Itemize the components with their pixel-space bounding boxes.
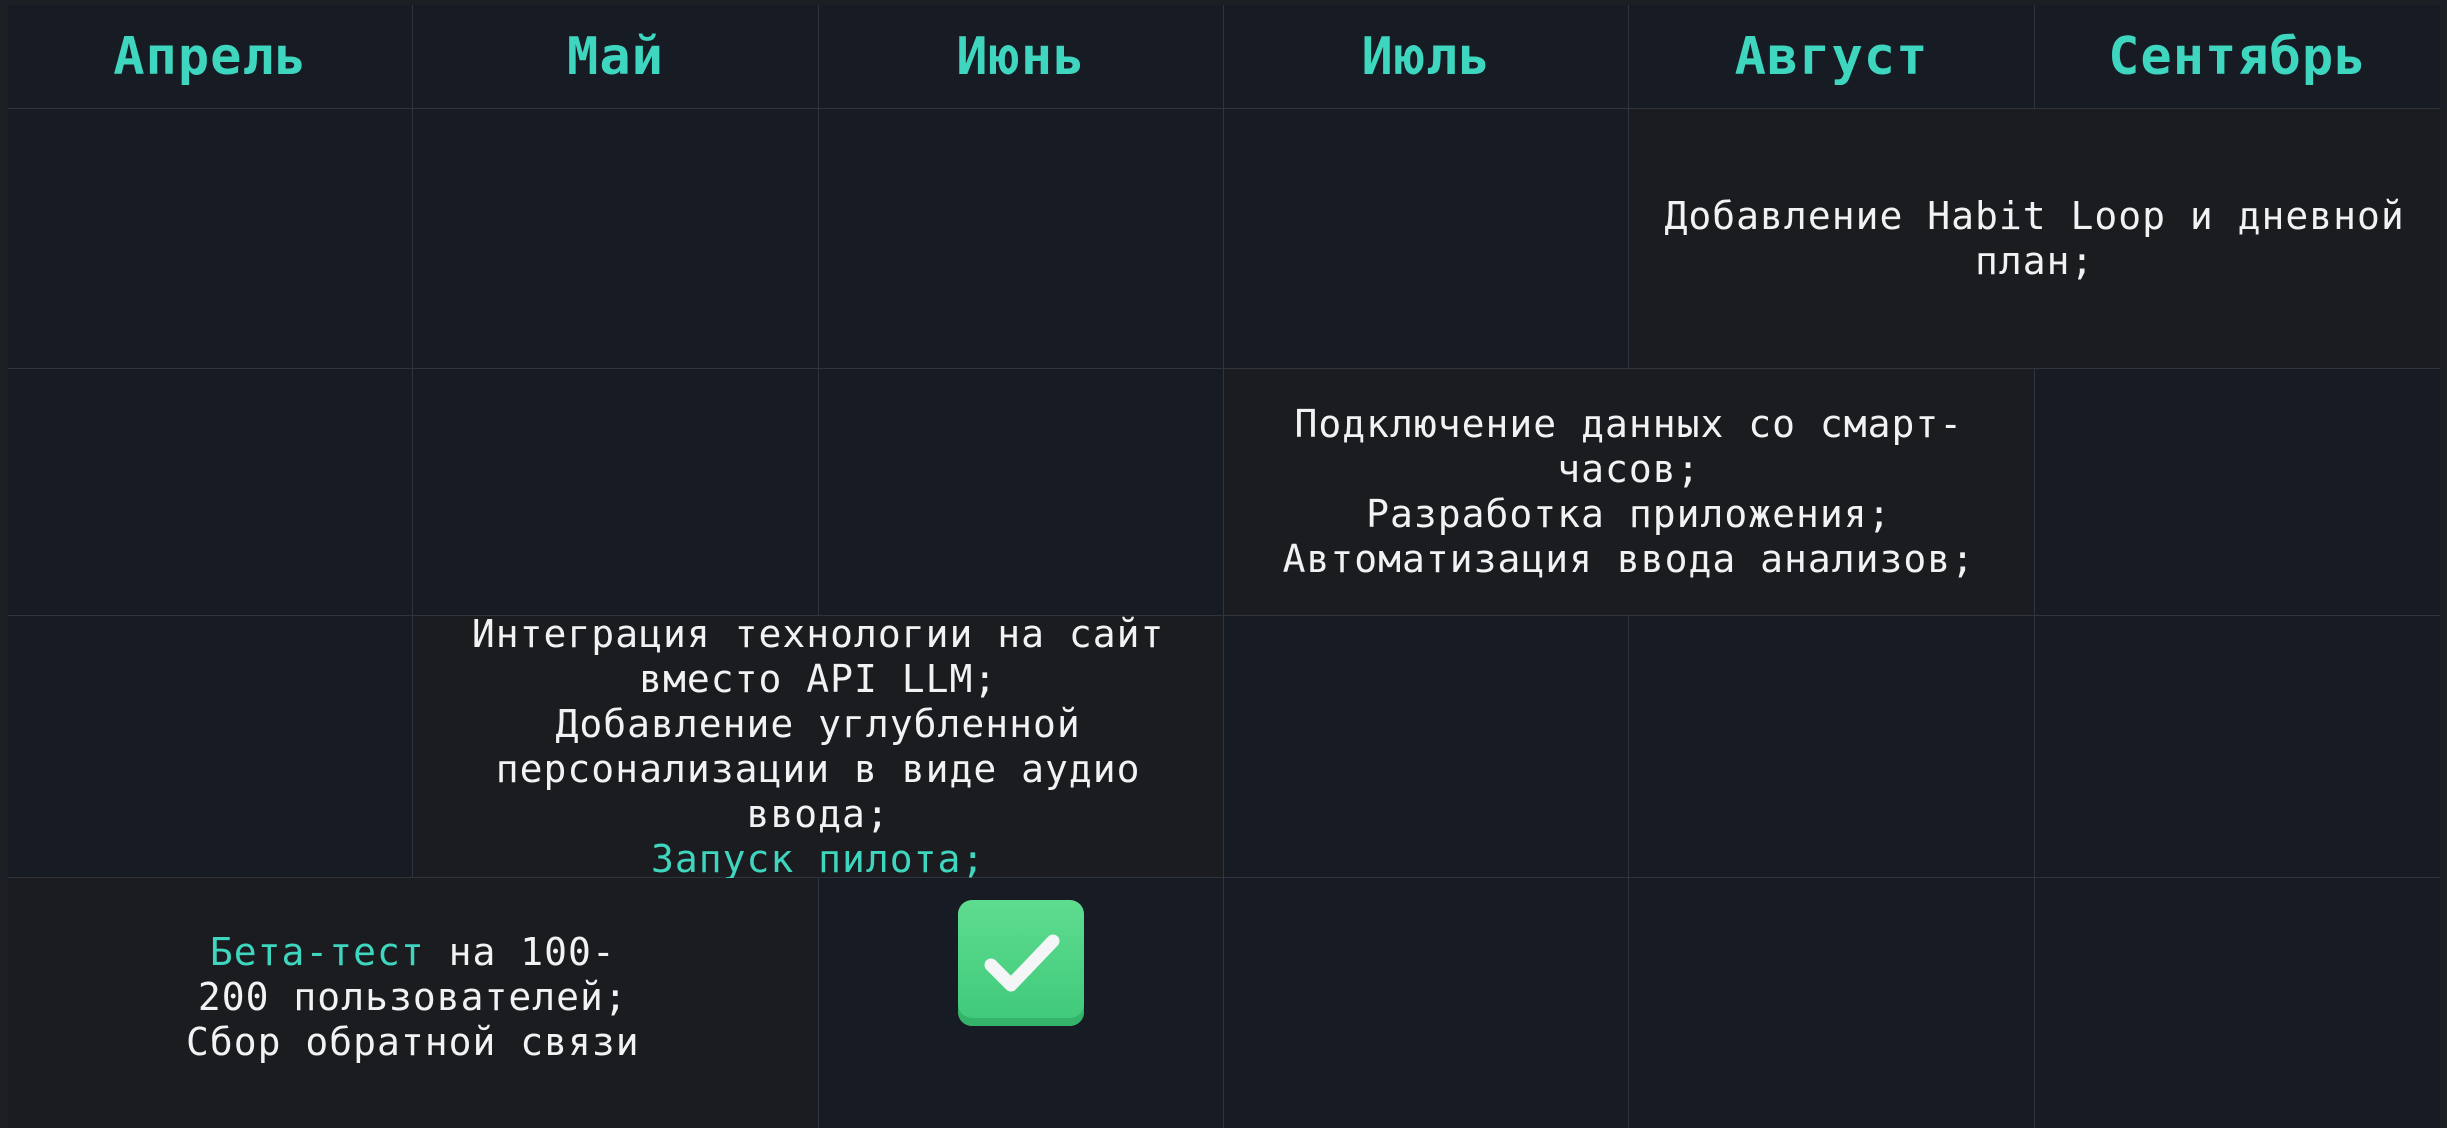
task-personalization-text: Добавление углубленной персонализации в … — [495, 701, 1141, 836]
month-header-july: Июль — [1224, 5, 1630, 109]
task-habit-loop-text: Добавление Habit Loop и дневной план; — [1664, 193, 2405, 283]
check-mark-icon — [984, 934, 1060, 992]
task-app-development: Подключение данных со смарт-часов; Разра… — [1224, 369, 2035, 616]
empty-cell — [413, 109, 819, 369]
empty-cell — [1224, 109, 1630, 369]
empty-cell — [818, 109, 1224, 369]
empty-cell — [1224, 878, 1630, 1128]
check-icon — [957, 900, 1084, 1026]
empty-cell — [8, 369, 414, 616]
empty-cell — [1629, 878, 2035, 1128]
empty-cell — [1224, 616, 1630, 878]
empty-cell — [2035, 878, 2440, 1128]
done-cell — [819, 878, 1224, 1128]
empty-cell — [8, 109, 414, 369]
roadmap-grid: Апрель Май Июнь Июль Август Сентябрь Доб… — [8, 5, 2440, 1128]
empty-cell — [2034, 369, 2440, 616]
month-header-september: Сентябрь — [2034, 5, 2440, 109]
empty-cell — [2034, 616, 2440, 878]
task-pilot-text: Запуск пилота; — [651, 836, 986, 881]
task-beta-text: Бета-тест на 100-200 пользователей; — [183, 930, 643, 1020]
empty-cell — [1629, 616, 2035, 878]
task-integration-text: Интеграция технологии на сайт вместо API… — [471, 611, 1165, 701]
month-header-april: Апрель — [8, 5, 414, 109]
empty-cell — [8, 616, 414, 878]
month-header-august: Август — [1629, 5, 2035, 109]
task-habit-loop: Добавление Habit Loop и дневной план; — [1629, 109, 2440, 369]
task-beta-prefix: Бета-тест — [209, 930, 425, 974]
month-header-june: Июнь — [818, 5, 1224, 109]
task-app-dev-text: Разработка приложения; — [1366, 492, 1892, 536]
month-header-may: Май — [413, 5, 819, 109]
task-automation-text: Автоматизация ввода анализов; — [1282, 537, 1976, 581]
task-beta-test: Бета-тест на 100-200 пользователей; Сбор… — [8, 878, 819, 1128]
empty-cell — [818, 369, 1224, 616]
task-feedback-text: Сбор обратной связи — [185, 1020, 640, 1064]
empty-cell — [413, 369, 819, 616]
task-integration: Интеграция технологии на сайт вместо API… — [413, 612, 1224, 881]
task-smartwatch-text: Подключение данных со смарт-часов; — [1294, 402, 1964, 491]
